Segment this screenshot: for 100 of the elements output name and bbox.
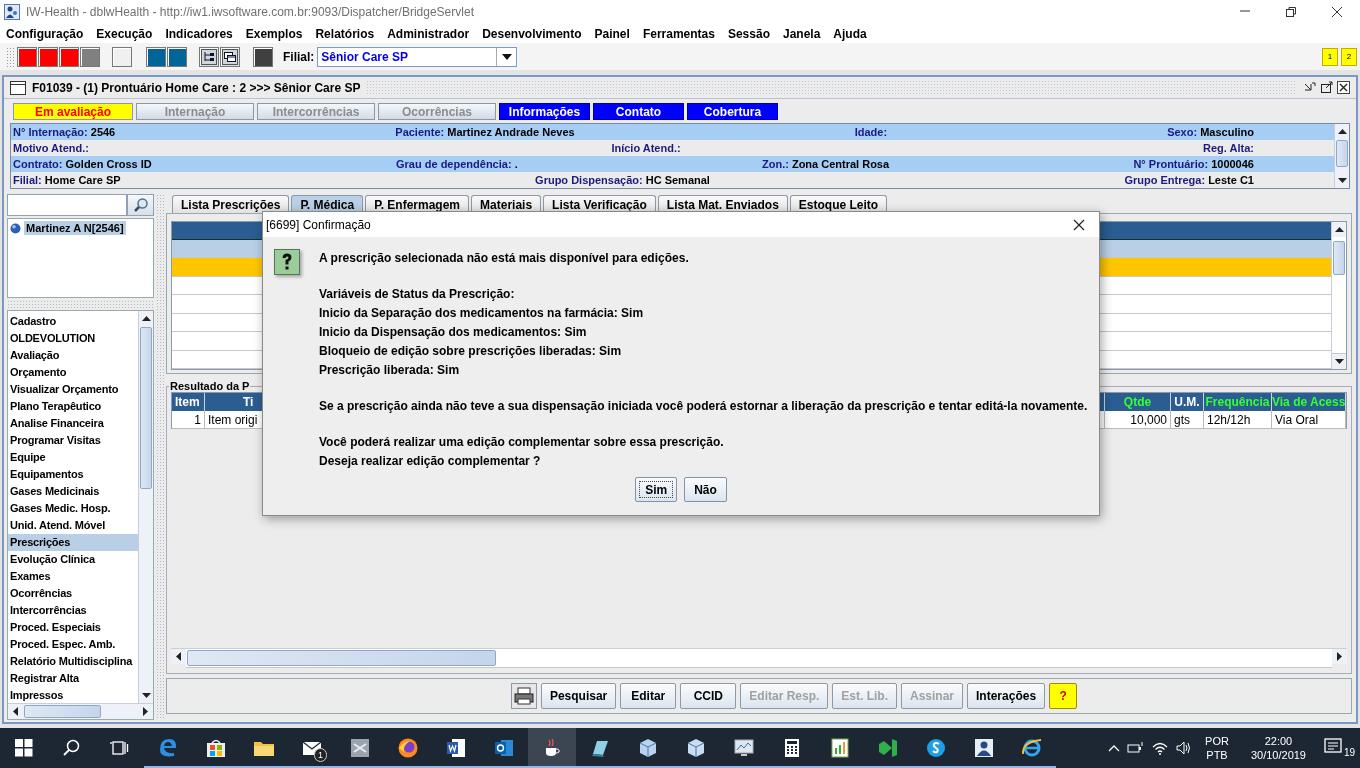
- scroll-thumb[interactable]: [140, 327, 152, 489]
- question-icon: [274, 249, 300, 275]
- branch-dropdown[interactable]: Sênior Care SP: [317, 46, 518, 67]
- sidebar-item[interactable]: Avaliação: [8, 347, 138, 364]
- menu-item[interactable]: Desenvolvimento: [482, 26, 582, 41]
- menu-item[interactable]: Janela: [782, 26, 821, 41]
- taskbar-button[interactable]: 1: [288, 728, 336, 768]
- search-field[interactable]: [7, 194, 127, 216]
- menu-item[interactable]: Sessão: [727, 26, 770, 41]
- column-header[interactable]: Via de Acess: [1272, 393, 1346, 411]
- column-header[interactable]: Item: [172, 393, 205, 411]
- taskbar-button[interactable]: [528, 728, 576, 768]
- action-button[interactable]: Pesquisar: [540, 683, 617, 709]
- sidebar-item[interactable]: Exames: [8, 568, 138, 585]
- print-button[interactable]: [510, 683, 537, 709]
- toolbar-button[interactable]: [253, 46, 273, 67]
- scroll-thumb[interactable]: [1336, 140, 1348, 168]
- table-cell: 12h/12h: [1204, 411, 1272, 429]
- tab[interactable]: Lista Prescrições: [172, 195, 290, 213]
- menu-item[interactable]: Ajuda: [833, 26, 867, 41]
- toolbar-button[interactable]: [80, 46, 100, 67]
- status-tab[interactable]: Em avaliação: [13, 103, 133, 120]
- tree-item[interactable]: Martinez A N[2546]: [24, 221, 126, 235]
- sidebar-item[interactable]: Visualizar Orçamento: [8, 381, 138, 398]
- action-button[interactable]: Editar: [620, 683, 677, 709]
- action-button[interactable]: ?: [1049, 683, 1078, 709]
- menu-item[interactable]: Relatórios: [315, 26, 375, 41]
- status-tab[interactable]: Cobertura: [687, 103, 778, 120]
- menu-item[interactable]: Ferramentas: [642, 26, 715, 41]
- field-value: Home Care SP: [44, 174, 121, 186]
- sidebar-item[interactable]: Evolução Clínica: [8, 551, 138, 568]
- close-icon[interactable]: [1337, 81, 1350, 94]
- sidebar-item[interactable]: Equipe: [8, 449, 138, 466]
- sidebar-item[interactable]: OLDEVOLUTION: [8, 330, 138, 347]
- clock-date[interactable]: 30/10/2019: [1250, 748, 1306, 762]
- language-indicator[interactable]: PTB: [1206, 748, 1228, 762]
- sidebar-item[interactable]: Gases Medic. Hosp.: [8, 500, 138, 517]
- sidebar-item[interactable]: Proced. Especiais: [8, 619, 138, 636]
- minimize-icon[interactable]: [1303, 81, 1316, 94]
- column-header[interactable]: U.M.: [1171, 393, 1204, 411]
- dropdown-icon[interactable]: [500, 52, 513, 61]
- wifi-icon[interactable]: [1151, 740, 1170, 756]
- toolbar-grip[interactable]: [6, 46, 14, 67]
- action-button[interactable]: CCID: [680, 683, 737, 709]
- power-icon[interactable]: [1127, 740, 1146, 756]
- sidebar-item[interactable]: Prescrições: [8, 534, 138, 551]
- language-indicator[interactable]: POR: [1205, 734, 1229, 748]
- scrollbar[interactable]: [1331, 222, 1346, 369]
- scroll-thumb[interactable]: [24, 705, 101, 718]
- sidebar-item[interactable]: Analise Financeira: [8, 415, 138, 432]
- sidebar-item[interactable]: Cadastro: [8, 313, 138, 330]
- toolbar-button[interactable]: [146, 46, 166, 67]
- sidebar-item[interactable]: Relatório Multidisciplina: [8, 653, 138, 670]
- search-button[interactable]: [127, 194, 154, 216]
- clock-time[interactable]: 22:00: [1264, 734, 1293, 748]
- toolbar-button[interactable]: [167, 46, 187, 67]
- notification-icon[interactable]: [1324, 738, 1342, 754]
- toolbar-button[interactable]: [59, 46, 79, 67]
- dialog-button[interactable]: Não: [684, 477, 727, 502]
- close-icon[interactable]: [1073, 218, 1085, 231]
- toolbar-button[interactable]: [38, 46, 58, 67]
- sidebar-item[interactable]: Equipamentos: [8, 466, 138, 483]
- sidebar-item[interactable]: Ocorrências: [8, 585, 138, 602]
- toolbar-button[interactable]: 1: [1322, 47, 1338, 66]
- column-header[interactable]: Frequência: [1204, 393, 1272, 411]
- sidebar-item[interactable]: Unid. Atend. Móvel: [8, 517, 138, 534]
- field-value: .: [514, 158, 518, 170]
- menu-item[interactable]: Exemplos: [245, 26, 303, 41]
- menu-item[interactable]: Administrador: [387, 26, 470, 41]
- status-tab[interactable]: Informações: [499, 103, 590, 120]
- sidebar-item[interactable]: Gases Medicinais: [8, 483, 138, 500]
- maximize-icon[interactable]: [1320, 81, 1333, 94]
- sidebar-item[interactable]: Registrar Alta: [8, 670, 138, 687]
- status-tab[interactable]: Contato: [593, 103, 684, 120]
- toolbar-button[interactable]: 2: [1341, 47, 1357, 66]
- scrollbar[interactable]: [1334, 124, 1349, 188]
- field-label: Zon.:: [761, 158, 789, 170]
- scroll-thumb[interactable]: [187, 650, 496, 666]
- start-icon[interactable]: [12, 736, 36, 760]
- menu-item[interactable]: Painel: [594, 26, 630, 41]
- menu-item[interactable]: Indicadores: [165, 26, 233, 41]
- menu-item[interactable]: Execução: [96, 26, 153, 41]
- toolbar-button[interactable]: [112, 46, 132, 67]
- action-button[interactable]: Interações: [967, 683, 1046, 709]
- sidebar-item[interactable]: Proced. Espec. Amb.: [8, 636, 138, 653]
- sidebar-item[interactable]: Impressos: [8, 687, 138, 703]
- windows-icon[interactable]: [222, 48, 238, 65]
- sidebar-item[interactable]: Programar Visitas: [8, 432, 138, 449]
- field-label: Grau de dependência:: [396, 158, 512, 170]
- sidebar-item[interactable]: Orçamento: [8, 364, 138, 381]
- column-header[interactable]: Qtde: [1105, 393, 1171, 411]
- scroll-thumb[interactable]: [1333, 241, 1345, 276]
- sidebar-item[interactable]: Plano Terapêutico: [8, 398, 138, 415]
- scrollbar[interactable]: [138, 311, 153, 703]
- dialog-button[interactable]: Sim: [635, 477, 678, 502]
- scrollbar[interactable]: [8, 703, 153, 719]
- menu-item[interactable]: Configuração: [6, 26, 84, 41]
- tree-icon[interactable]: [201, 48, 217, 65]
- sidebar-item[interactable]: Intercorrências: [8, 602, 138, 619]
- toolbar-button[interactable]: [17, 46, 37, 67]
